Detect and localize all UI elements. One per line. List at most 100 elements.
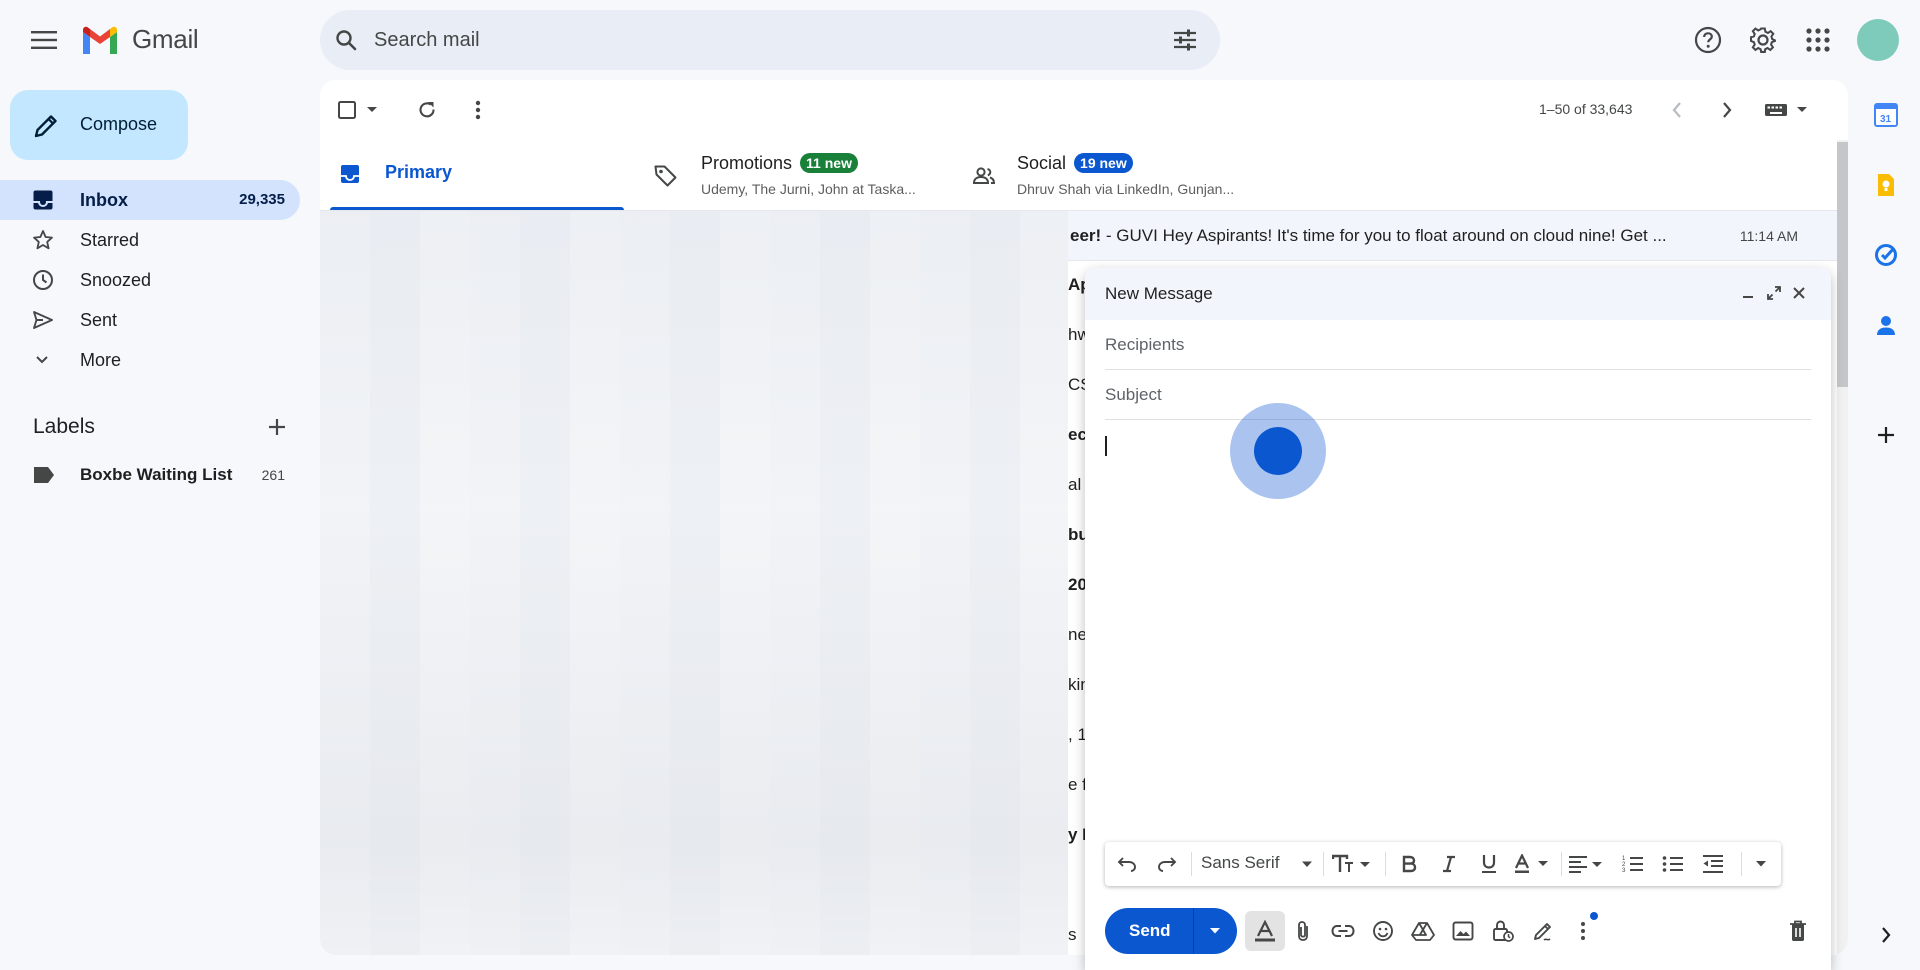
inbox-icon xyxy=(341,165,359,183)
account-avatar[interactable] xyxy=(1857,19,1899,61)
underline-button[interactable] xyxy=(1469,844,1509,884)
refresh-button[interactable] xyxy=(407,90,447,130)
attach-files-button[interactable] xyxy=(1283,911,1323,951)
more-actions-button[interactable] xyxy=(458,90,498,130)
insert-link-button[interactable] xyxy=(1323,911,1363,951)
more-vert-icon xyxy=(1581,922,1585,940)
search-button[interactable] xyxy=(326,20,366,60)
tasks-app-button[interactable] xyxy=(1866,235,1906,275)
people-icon xyxy=(972,167,996,184)
recipients-field[interactable] xyxy=(1105,320,1811,370)
settings-button[interactable] xyxy=(1743,20,1783,60)
bulleted-list-icon xyxy=(1662,856,1683,872)
subject-input[interactable] xyxy=(1105,370,1811,419)
fullscreen-button[interactable] xyxy=(1761,280,1787,306)
italic-button[interactable] xyxy=(1429,844,1469,884)
select-options-button[interactable] xyxy=(360,90,384,130)
expand-icon xyxy=(1767,286,1781,300)
google-apps-button[interactable] xyxy=(1798,20,1838,60)
insert-emoji-button[interactable] xyxy=(1363,911,1403,951)
scrollbar-thumb[interactable] xyxy=(1837,142,1848,387)
older-button[interactable] xyxy=(1707,90,1747,130)
schedule-send-button[interactable] xyxy=(1195,911,1235,951)
insert-drive-button[interactable] xyxy=(1403,911,1443,951)
tab-primary[interactable]: Primary xyxy=(330,140,624,210)
bold-button[interactable] xyxy=(1389,844,1429,884)
create-label-button[interactable] xyxy=(257,407,297,447)
tab-social[interactable]: Social 19 new Dhruv Shah via LinkedIn, Gu… xyxy=(962,140,1262,210)
pencil-icon xyxy=(34,115,57,138)
search-icon xyxy=(336,30,357,51)
font-select[interactable]: Sans Serif xyxy=(1201,853,1279,873)
sidebar-item-snoozed[interactable]: Snoozed xyxy=(0,260,300,300)
email-list-scrollbar[interactable] xyxy=(1837,140,1848,955)
email-row-fragment[interactable]: s xyxy=(1068,925,1077,945)
click-indicator-dot xyxy=(1254,427,1302,475)
message-body[interactable] xyxy=(1105,420,1811,830)
text-size-button[interactable] xyxy=(1327,844,1377,884)
tag-icon xyxy=(654,165,677,187)
sidebar-item-sent[interactable]: Sent xyxy=(0,300,300,340)
chevron-down-icon xyxy=(1302,861,1312,867)
formatting-options-button[interactable] xyxy=(1245,911,1285,951)
sidebar-item-starred[interactable]: Starred xyxy=(0,220,300,260)
chevron-right-icon xyxy=(1723,102,1732,118)
sidebar-label-boxbe[interactable]: Boxbe Waiting List 261 xyxy=(0,455,300,495)
label-count: 261 xyxy=(261,467,285,483)
keep-app-button[interactable] xyxy=(1866,165,1906,205)
calendar-app-button[interactable]: 31 xyxy=(1866,95,1906,135)
keep-icon xyxy=(1878,174,1894,196)
insert-photo-button[interactable] xyxy=(1443,911,1483,951)
undo-button[interactable] xyxy=(1107,844,1147,884)
svg-text:31: 31 xyxy=(1880,114,1892,125)
search-input[interactable] xyxy=(374,10,1134,70)
contacts-icon xyxy=(1877,316,1895,335)
align-button[interactable] xyxy=(1563,844,1609,884)
help-button[interactable] xyxy=(1688,20,1728,60)
main-menu-button[interactable] xyxy=(24,20,64,60)
filter-icon xyxy=(1174,29,1196,51)
close-compose-button[interactable] xyxy=(1786,280,1812,306)
indent-less-button[interactable] xyxy=(1693,844,1733,884)
send-button[interactable]: Send xyxy=(1105,908,1237,954)
minimize-icon xyxy=(1743,296,1753,298)
sidebar-item-inbox[interactable]: Inbox 29,335 xyxy=(0,180,300,220)
recipients-input[interactable] xyxy=(1105,320,1811,369)
gmail-wordmark: Gmail xyxy=(132,24,199,54)
attach-icon xyxy=(1298,921,1308,941)
discard-draft-button[interactable] xyxy=(1778,911,1818,951)
tab-promotions[interactable]: Promotions 11 new Udemy, The Jurni, John … xyxy=(646,140,946,210)
chevron-down-icon xyxy=(367,107,377,112)
compose-button[interactable]: Compose xyxy=(10,90,188,160)
email-row[interactable]: eer! - GUVI Hey Aspirants! It's time for… xyxy=(1068,211,1840,261)
italic-icon xyxy=(1443,855,1455,873)
show-side-panel-button[interactable] xyxy=(1866,915,1906,955)
insert-signature-button[interactable] xyxy=(1523,911,1563,951)
numbered-list-button[interactable]: 123 xyxy=(1613,844,1653,884)
text-color-button[interactable] xyxy=(1509,844,1555,884)
input-tools-button[interactable] xyxy=(1758,90,1814,130)
more-formatting-button[interactable] xyxy=(1743,844,1779,884)
minimize-button[interactable] xyxy=(1735,280,1761,306)
search-bar[interactable] xyxy=(320,10,1220,70)
redo-button[interactable] xyxy=(1147,844,1187,884)
label-icon xyxy=(34,467,54,483)
sidebar-item-more[interactable]: More xyxy=(0,340,300,380)
tab-subtitle: Udemy, The Jurni, John at Taska... xyxy=(701,181,916,197)
tab-label: Promotions 11 new xyxy=(701,153,858,174)
select-all-checkbox[interactable] xyxy=(332,90,362,130)
drive-icon xyxy=(1411,922,1435,941)
newer-button[interactable] xyxy=(1657,90,1697,130)
gmail-logo[interactable] xyxy=(80,24,120,56)
indent-icon xyxy=(1703,855,1723,873)
more-vert-icon xyxy=(475,100,481,120)
compose-header[interactable]: New Message xyxy=(1085,268,1831,320)
subject-field[interactable] xyxy=(1105,370,1811,420)
underline-icon xyxy=(1482,855,1496,873)
pagination-info: 1–50 of 33,643 xyxy=(1539,101,1633,117)
bulleted-list-button[interactable] xyxy=(1653,844,1693,884)
search-options-button[interactable] xyxy=(1165,20,1205,60)
confidential-mode-button[interactable] xyxy=(1483,911,1523,951)
get-addons-button[interactable] xyxy=(1866,415,1906,455)
contacts-app-button[interactable] xyxy=(1866,305,1906,345)
